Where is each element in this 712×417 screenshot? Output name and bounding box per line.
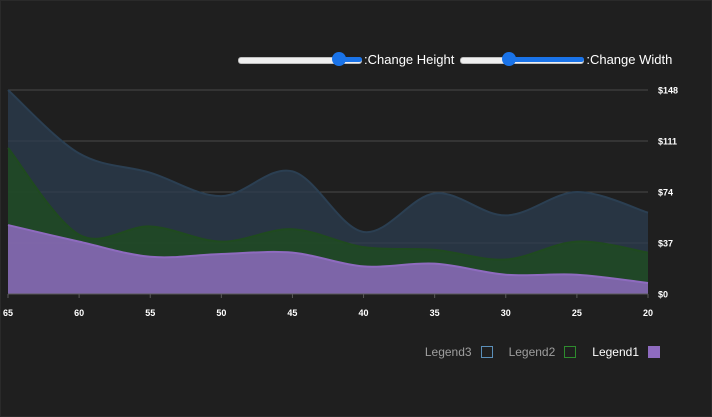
legend-label: Legend2: [508, 345, 556, 359]
legend-swatch: [648, 346, 660, 358]
legend-swatch: [480, 346, 493, 358]
y-tick-label: $148: [658, 86, 678, 96]
x-tick-label: 35: [430, 308, 440, 318]
x-tick-label: 25: [572, 308, 582, 318]
x-tick-label: 65: [3, 308, 13, 318]
legend-item-legend1[interactable]: Legend1: [592, 345, 660, 359]
legend-label: Legend1: [592, 345, 639, 359]
x-tick-label: 20: [643, 308, 653, 318]
y-tick-label: $0: [658, 290, 668, 300]
legend-label: Legend3: [424, 345, 472, 359]
x-tick-label: 50: [216, 308, 226, 318]
x-tick-label: 55: [145, 308, 155, 318]
legend-swatch: [564, 346, 577, 358]
chart-legend: Legend3 Legend2 Legend1: [409, 345, 660, 359]
y-tick-label: $111: [658, 137, 677, 147]
legend-item-legend2[interactable]: Legend2: [509, 345, 577, 359]
y-tick-label: $74: [658, 188, 673, 198]
x-tick-label: 30: [501, 308, 511, 318]
x-tick-label: 45: [287, 308, 297, 318]
legend-item-legend3[interactable]: Legend3: [425, 345, 493, 359]
y-tick-label: $37: [658, 239, 673, 249]
x-tick-label: 60: [74, 308, 84, 318]
x-tick-label: 40: [359, 308, 369, 318]
